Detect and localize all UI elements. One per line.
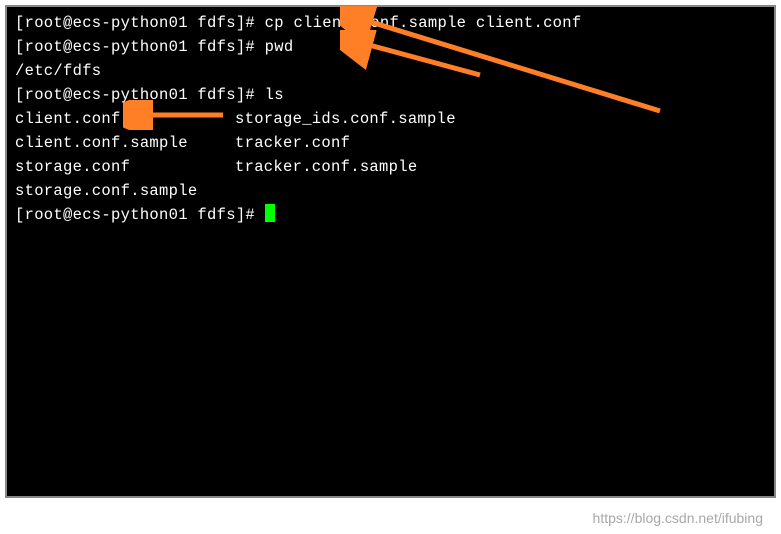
command-pwd: pwd: [265, 38, 294, 56]
shell-prompt: [root@ecs-python01 fdfs]#: [15, 14, 265, 32]
terminal-line: [root@ecs-python01 fdfs]# cp client.conf…: [15, 11, 766, 35]
file-entry: client.conf: [15, 110, 121, 128]
file-entry: storage.conf: [15, 158, 130, 176]
file-entry: tracker.conf: [235, 131, 350, 155]
file-entry: tracker.conf.sample: [235, 155, 417, 179]
pwd-output: /etc/fdfs: [15, 59, 766, 83]
terminal-line: [root@ecs-python01 fdfs]# ls: [15, 83, 766, 107]
shell-prompt: [root@ecs-python01 fdfs]#: [15, 206, 265, 224]
cursor-block: [265, 204, 275, 222]
terminal-line: [root@ecs-python01 fdfs]# pwd: [15, 35, 766, 59]
terminal-line: [root@ecs-python01 fdfs]#: [15, 203, 766, 227]
ls-row: storage.conf tracker.conf.sample: [15, 155, 766, 179]
file-entry: client.conf.sample: [15, 134, 188, 152]
shell-prompt: [root@ecs-python01 fdfs]#: [15, 38, 265, 56]
file-entry: storage_ids.conf.sample: [235, 107, 456, 131]
ls-row: client.conf.sample tracker.conf: [15, 131, 766, 155]
watermark-text: https://blog.csdn.net/ifubing: [593, 510, 763, 526]
file-entry: storage.conf.sample: [15, 182, 197, 200]
ls-row: storage.conf.sample: [15, 179, 766, 203]
ls-row: client.conf storage_ids.conf.sample: [15, 107, 766, 131]
shell-prompt: [root@ecs-python01 fdfs]#: [15, 86, 265, 104]
terminal-window[interactable]: [root@ecs-python01 fdfs]# cp client.conf…: [5, 5, 776, 498]
command-cp: cp client.conf.sample client.conf: [265, 14, 582, 32]
command-ls: ls: [265, 86, 284, 104]
